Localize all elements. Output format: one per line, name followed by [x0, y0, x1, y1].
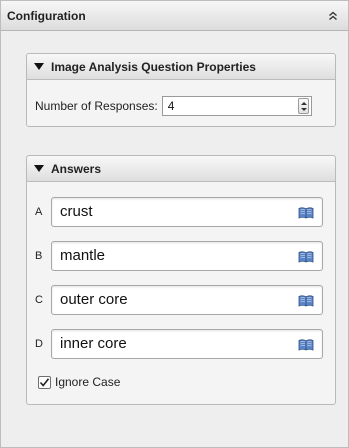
stepper-down-icon[interactable]	[300, 108, 307, 111]
properties-section-header[interactable]: Image Analysis Question Properties	[27, 54, 335, 80]
double-chevron-up-icon[interactable]	[324, 7, 342, 25]
answers-section-header[interactable]: Answers	[27, 156, 335, 182]
panel-title: Configuration	[7, 8, 86, 23]
book-icon[interactable]	[298, 251, 314, 266]
answers-section-title: Answers	[51, 161, 102, 176]
expand-triangle-icon	[34, 165, 44, 172]
ignore-case-option[interactable]: Ignore Case	[38, 375, 120, 389]
answer-letter: C	[35, 294, 43, 306]
checkmark-icon	[39, 377, 50, 387]
responses-stepper[interactable]: 4	[161, 96, 312, 116]
answer-field-d[interactable]: inner core	[51, 329, 323, 359]
answer-row-b: B mantle	[35, 241, 323, 271]
properties-section: Image Analysis Question Properties Numbe…	[26, 53, 336, 127]
answer-row-a: A crust	[35, 197, 323, 227]
answer-value[interactable]: crust	[60, 203, 93, 220]
book-icon[interactable]	[298, 339, 314, 354]
responses-row: Number of Responses: 4	[35, 96, 312, 116]
stepper-up-icon[interactable]	[300, 102, 307, 105]
answer-letter: A	[35, 206, 43, 218]
answer-row-d: D inner core	[35, 329, 323, 359]
answer-value[interactable]: mantle	[60, 247, 105, 264]
answer-letter: D	[35, 338, 43, 350]
answer-value[interactable]: inner core	[60, 335, 127, 352]
answer-value[interactable]: outer core	[60, 291, 128, 308]
answer-field-b[interactable]: mantle	[51, 241, 323, 271]
answer-field-c[interactable]: outer core	[51, 285, 323, 315]
properties-section-title: Image Analysis Question Properties	[51, 59, 256, 74]
book-icon[interactable]	[298, 295, 314, 310]
book-icon[interactable]	[298, 207, 314, 222]
answer-field-a[interactable]: crust	[51, 197, 323, 227]
expand-triangle-icon	[34, 63, 44, 70]
configuration-panel: Configuration Image Analysis Question Pr…	[0, 0, 349, 448]
ignore-case-checkbox[interactable]	[38, 375, 51, 389]
stepper-buttons	[297, 98, 309, 114]
answer-letter: B	[35, 250, 43, 262]
panel-header: Configuration	[1, 1, 348, 31]
responses-label: Number of Responses:	[35, 99, 158, 113]
ignore-case-label: Ignore Case	[55, 375, 121, 389]
answers-section: Answers A crust B mantle C outer core D …	[26, 155, 336, 405]
responses-value[interactable]: 4	[168, 99, 175, 113]
answer-row-c: C outer core	[35, 285, 323, 315]
